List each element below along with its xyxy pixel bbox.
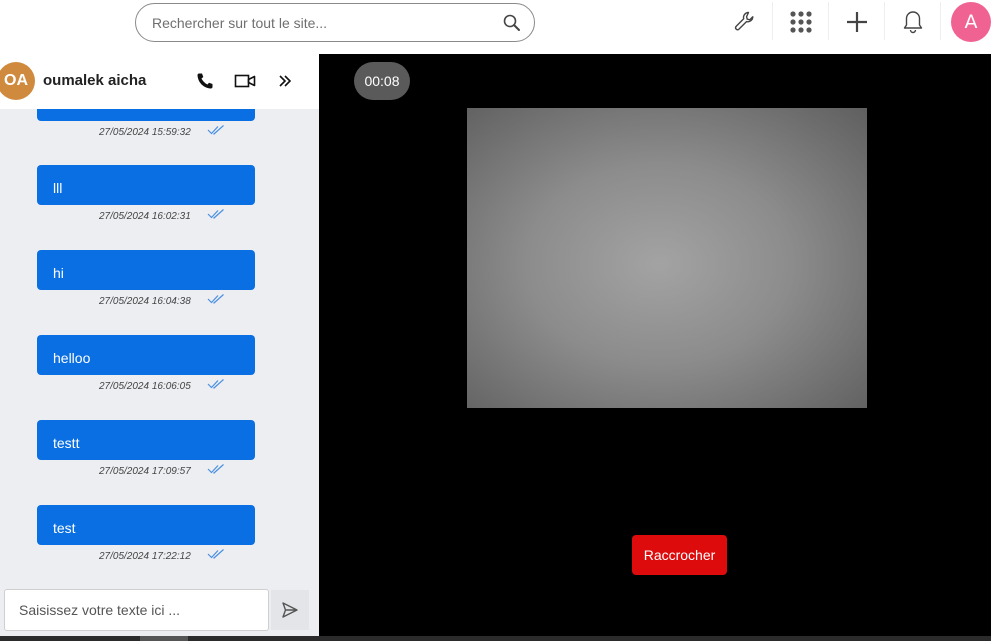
- bell-icon[interactable]: [897, 6, 929, 38]
- search-box: [135, 3, 535, 42]
- message-meta: 27/05/2024 16:02:31: [37, 208, 255, 226]
- message-bubble: test: [37, 505, 255, 545]
- local-video-feed: [467, 108, 867, 408]
- call-timer: 00:08: [354, 62, 410, 100]
- message-timestamp: 27/05/2024 16:04:38: [99, 296, 191, 307]
- read-double-check-icon: [207, 464, 224, 474]
- plus-icon[interactable]: [841, 6, 873, 38]
- message-composer: [0, 584, 319, 641]
- message-bubble: helloo: [37, 335, 255, 375]
- toolbar-divider: [940, 2, 941, 40]
- message-meta: 27/05/2024 16:06:05: [37, 378, 255, 396]
- video-camera-icon[interactable]: [234, 70, 256, 92]
- search-icon[interactable]: [502, 13, 522, 33]
- message-timestamp: 27/05/2024 17:09:57: [99, 466, 191, 477]
- read-double-check-icon: [207, 294, 224, 304]
- search-input[interactable]: [152, 13, 492, 33]
- contact-name: oumalek aicha: [43, 72, 147, 89]
- toolbar-divider: [884, 2, 885, 40]
- contact-avatar: OA: [0, 62, 35, 100]
- apps-grid-icon[interactable]: [785, 6, 817, 38]
- video-call-area: 00:08 Raccrocher: [319, 54, 991, 641]
- wrench-icon[interactable]: [729, 6, 761, 38]
- message-bubble: [37, 109, 255, 121]
- hangup-button[interactable]: Raccrocher: [632, 535, 727, 575]
- message-item: lll 27/05/2024 16:02:31: [37, 165, 255, 226]
- message-bubble: hi: [37, 250, 255, 290]
- message-timestamp: 27/05/2024 15:59:32: [99, 127, 191, 138]
- message-item: hi 27/05/2024 16:04:38: [37, 250, 255, 311]
- send-button[interactable]: [271, 590, 309, 630]
- send-icon: [282, 602, 298, 618]
- message-meta: 27/05/2024 15:59:32: [37, 124, 255, 142]
- message-item: testt 27/05/2024 17:09:57: [37, 420, 255, 481]
- phone-icon[interactable]: [194, 70, 216, 92]
- read-double-check-icon: [207, 379, 224, 389]
- user-avatar[interactable]: A: [951, 2, 991, 42]
- message-meta: 27/05/2024 17:22:12: [37, 548, 255, 566]
- collapse-chevrons-icon[interactable]: [274, 70, 296, 92]
- message-item: 27/05/2024 15:59:32: [37, 109, 255, 142]
- message-timestamp: 27/05/2024 17:22:12: [99, 551, 191, 562]
- horizontal-scrollbar[interactable]: [0, 636, 991, 641]
- message-meta: 27/05/2024 16:04:38: [37, 293, 255, 311]
- read-double-check-icon: [207, 125, 224, 135]
- message-item: test 27/05/2024 17:22:12: [37, 505, 255, 566]
- message-meta: 27/05/2024 17:09:57: [37, 463, 255, 481]
- message-timestamp: 27/05/2024 16:06:05: [99, 381, 191, 392]
- chat-header: OA oumalek aicha: [0, 54, 319, 109]
- top-bar: A: [0, 0, 991, 54]
- message-bubble: testt: [37, 420, 255, 460]
- message-timestamp: 27/05/2024 16:02:31: [99, 211, 191, 222]
- message-bubble: lll: [37, 165, 255, 205]
- read-double-check-icon: [207, 209, 224, 219]
- toolbar-divider: [772, 2, 773, 40]
- chat-panel: OA oumalek aicha 27/05/2024 15:59:32 lll…: [0, 54, 319, 641]
- message-list: 27/05/2024 15:59:32 lll 27/05/2024 16:02…: [0, 109, 319, 580]
- scrollbar-thumb[interactable]: [140, 636, 188, 641]
- toolbar-divider: [828, 2, 829, 40]
- message-item: helloo 27/05/2024 16:06:05: [37, 335, 255, 396]
- message-input[interactable]: [4, 589, 269, 631]
- read-double-check-icon: [207, 549, 224, 559]
